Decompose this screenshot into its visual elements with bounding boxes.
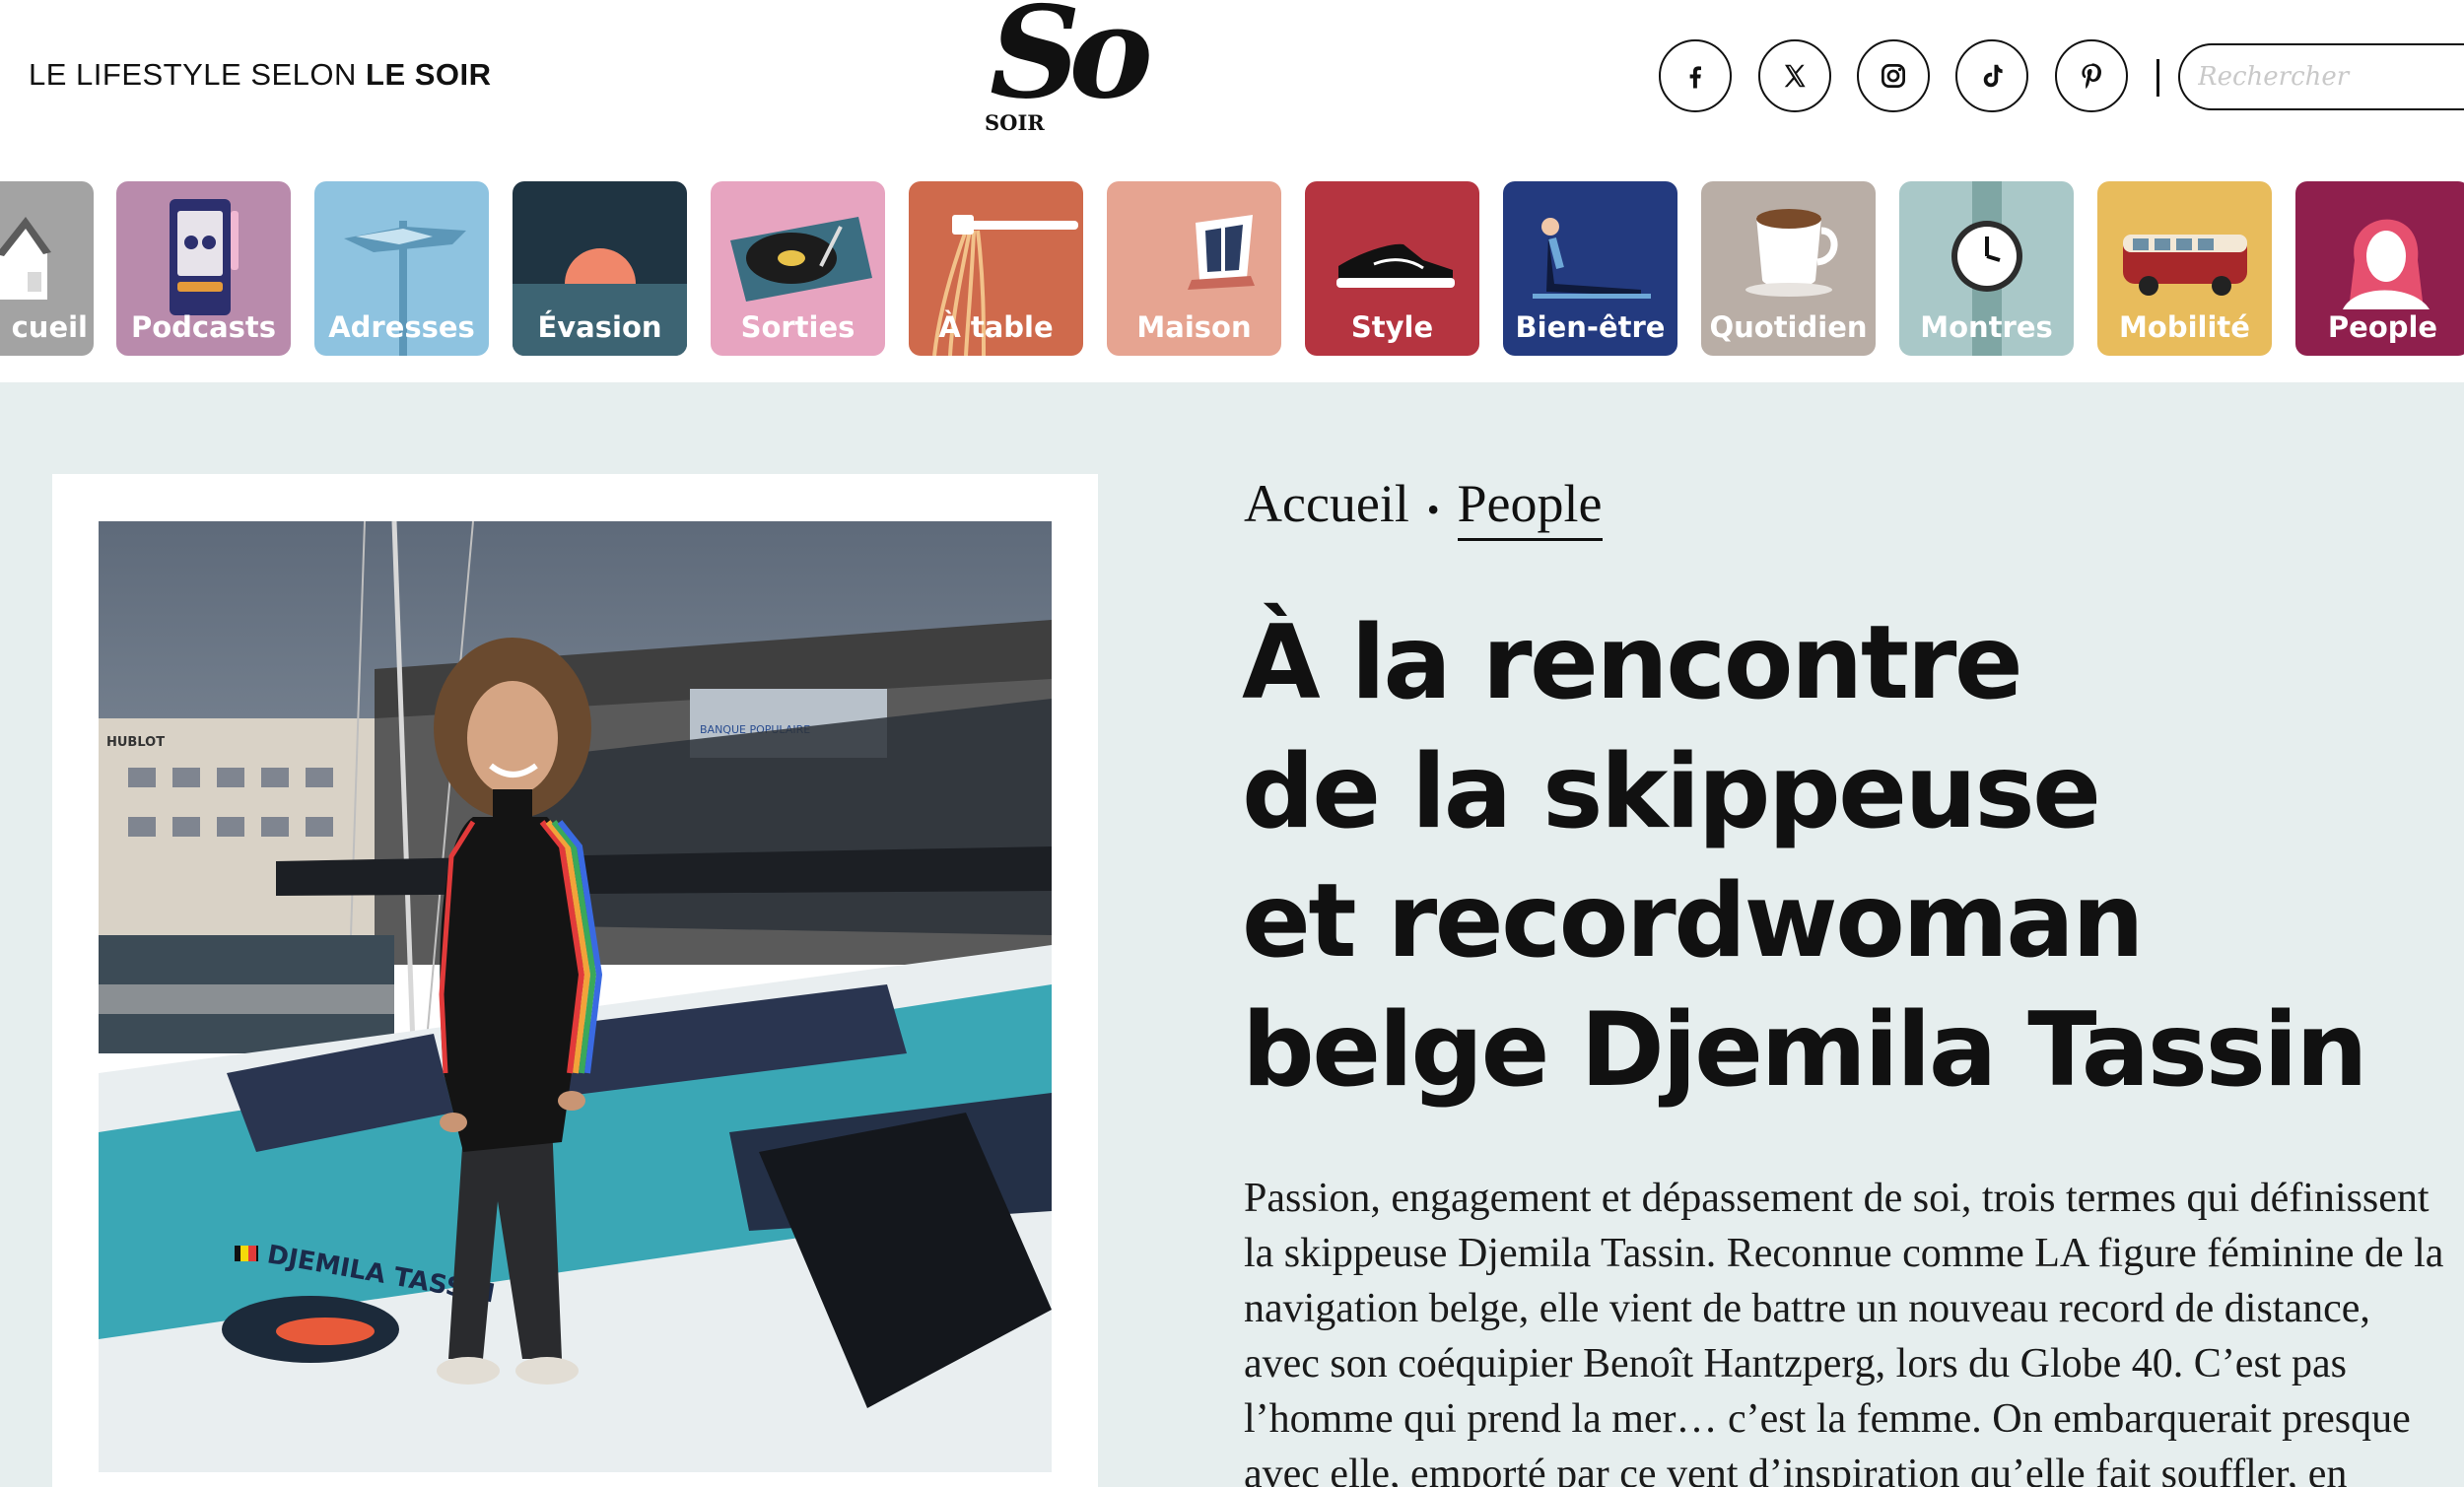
- nav-tile-label: Podcasts: [130, 310, 277, 344]
- title-line: et recordwoman: [1242, 862, 2145, 980]
- lead-line: la skippeuse Djemila Tassin. Reconnue co…: [1244, 1231, 2444, 1276]
- nav-tile-label: Évasion: [537, 310, 662, 344]
- nav-tile-label: Quotidien: [1709, 310, 1868, 344]
- facebook-icon[interactable]: [1659, 39, 1732, 112]
- nav-tile-style[interactable]: Style: [1305, 181, 1479, 356]
- x-icon[interactable]: [1758, 39, 1831, 112]
- nav-tile-label: Adresses: [328, 310, 475, 344]
- nav-tile-label: Mobilité: [2119, 310, 2250, 344]
- nav-tile-adresses[interactable]: Adresses: [314, 181, 489, 356]
- nav-tile-quotidien[interactable]: Quotidien: [1701, 181, 1876, 356]
- lead-line: avec son coéquipier Benoît Hantzperg, lo…: [1244, 1341, 2347, 1386]
- title-line: belge Djemila Tassin: [1242, 991, 2368, 1110]
- lead-line: l’homme qui prend la mer… c’est la femme…: [1244, 1396, 2411, 1442]
- site-tagline: LE LIFESTYLE SELON LE SOIR: [29, 57, 492, 93]
- nav-tile-label: Montres: [1920, 310, 2053, 344]
- nav-tile-bien-etre[interactable]: Bien-être: [1503, 181, 1677, 356]
- search-input[interactable]: [2178, 43, 2464, 110]
- so-soir-logo[interactable]: So SOIR: [982, 0, 1153, 140]
- nav-tile-accueil[interactable]: cueil: [0, 181, 94, 356]
- breadcrumb: Accueil • People: [1244, 473, 1603, 541]
- lead-line: Passion, engagement et dépassement de so…: [1244, 1176, 2430, 1221]
- nav-tile-sorties[interactable]: Sorties: [711, 181, 885, 356]
- lead-line: avec elle, emporté par ce vent d’inspira…: [1244, 1452, 2348, 1487]
- nav-tile-maison[interactable]: Maison: [1107, 181, 1281, 356]
- lead-line: navigation belge, elle vient de battre u…: [1244, 1286, 2370, 1331]
- pinterest-icon[interactable]: [2055, 39, 2128, 112]
- hero-image: HUBLOT BANQUE POPULAIRE DJEMILA TASSIN: [99, 521, 1052, 1472]
- nav-tile-label: Bien-être: [1515, 310, 1666, 344]
- breadcrumb-separator: •: [1426, 489, 1440, 529]
- logo-sub: SOIR: [985, 110, 1045, 135]
- nav-tile-montres[interactable]: Montres: [1899, 181, 2074, 356]
- sign-hublot: HUBLOT: [106, 735, 165, 750]
- nav-tile-label: Style: [1350, 310, 1434, 344]
- hero-photo-illustration: HUBLOT BANQUE POPULAIRE DJEMILA TASSIN: [99, 521, 1052, 1472]
- nav-tile-label: Maison: [1136, 310, 1252, 344]
- title-line: de la skippeuse: [1242, 733, 2101, 851]
- nav-tile-people[interactable]: People: [2295, 181, 2464, 356]
- article-lead: Passion, engagement et dépassement de so…: [1244, 1171, 2464, 1487]
- nav-tile-podcasts[interactable]: Podcasts: [116, 181, 291, 356]
- breadcrumb-accueil[interactable]: Accueil: [1244, 473, 1409, 534]
- instagram-icon[interactable]: [1857, 39, 1930, 112]
- nav-tile-a-table[interactable]: À table: [909, 181, 1083, 356]
- nav-tile-label: Sorties: [740, 310, 856, 344]
- nav-tile-label: À table: [938, 310, 1054, 344]
- logo-main: So: [990, 0, 1153, 127]
- article-title: À la rencontre de la skippeuse et record…: [1242, 599, 2444, 1115]
- tagline-brand: LE SOIR: [366, 57, 492, 92]
- tagline-prefix: LE LIFESTYLE SELON: [29, 57, 367, 92]
- header-divider: [2156, 59, 2159, 97]
- nav-tile-mobilite[interactable]: Mobilité: [2097, 181, 2272, 356]
- breadcrumb-people[interactable]: People: [1457, 473, 1603, 541]
- nav-tile-label: cueil: [11, 310, 88, 344]
- nav-tile-label: People: [2327, 310, 2438, 344]
- tiktok-icon[interactable]: [1955, 39, 2028, 112]
- site-header: LE LIFESTYLE SELON LE SOIR So SOIR: [0, 0, 2464, 158]
- nav-tile-evasion[interactable]: Évasion: [513, 181, 687, 356]
- title-line: À la rencontre: [1242, 604, 2023, 722]
